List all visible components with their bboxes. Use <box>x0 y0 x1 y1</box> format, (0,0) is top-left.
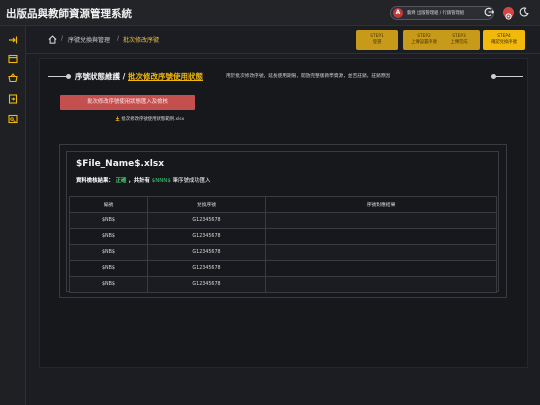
summary-status: 正確 <box>115 178 127 184</box>
download-sample-link[interactable]: 批次修改序號使用狀態範例.xlsx <box>115 116 184 122</box>
table-row: $NB$ G12345678 <box>69 212 497 229</box>
section-title-main: 序號狀態維護 <box>75 72 120 81</box>
cell-index: $NB$ <box>69 228 148 245</box>
sign-in-icon[interactable] <box>8 35 18 45</box>
user-label: 藝齊 出版管理組 / 行銷管理組 <box>407 11 465 16</box>
shopping-basket-icon[interactable] <box>8 73 18 83</box>
section-header: 序號狀態維護 / 批次修改序號使用狀態 用於批次修改序號，延長使用期限，開放完整… <box>40 69 529 83</box>
cell-result <box>265 212 497 229</box>
sidebar <box>0 26 26 405</box>
cell-result <box>265 244 497 261</box>
cell-serial: G12345678 <box>147 276 266 293</box>
window-icon[interactable] <box>8 54 18 64</box>
step-1-label: 登選 <box>372 40 382 45</box>
step-1[interactable]: STEP1 登選 <box>356 30 398 50</box>
result-file-name: $File_Name$.xlsx <box>76 159 165 169</box>
section-description: 用於批次修改序號，延長使用期限，開放完整版教學資源，並否註銷，註銷原因 <box>226 74 391 79</box>
home-icon[interactable] <box>48 35 57 44</box>
result-summary: 資料檢核結果： 正確 ，共計有 $NNN$ 筆序號成功匯入 <box>76 176 210 184</box>
cell-index: $NB$ <box>69 212 148 229</box>
cell-serial: G12345678 <box>147 244 266 261</box>
cell-result <box>265 260 497 277</box>
main-area: / 序號兌換與管理 / 批次修改序號 STEP1 登選 STEP2 上傳設置序號… <box>26 26 540 405</box>
header-divider <box>48 76 68 77</box>
summary-count: $NNN$ <box>151 178 171 184</box>
step-4[interactable]: STEP4 確認兌換序號 <box>483 30 525 50</box>
step-3[interactable]: STEP3 上傳完成 <box>438 30 480 50</box>
summary-label: 資料檢核結果： <box>76 178 114 184</box>
content-panel: 序號狀態維護 / 批次修改序號使用狀態 用於批次修改序號，延長使用期限，開放完整… <box>39 58 528 368</box>
step-4-label: 確認兌換序號 <box>491 40 517 45</box>
step-3-label: 上傳完成 <box>450 40 468 45</box>
serial-card-icon[interactable] <box>8 114 18 124</box>
table-row: $NB$ G12345678 <box>69 260 497 277</box>
cell-serial: G12345678 <box>147 260 266 277</box>
cell-result <box>265 228 497 245</box>
import-validate-button[interactable]: 批次修改序號使用狀態匯入及檢核 <box>60 95 195 110</box>
cell-result <box>265 276 497 293</box>
section-title: 序號狀態維護 / 批次修改序號使用狀態 <box>75 71 203 82</box>
cell-index: $NB$ <box>69 276 148 293</box>
breadcrumb-separator: / <box>117 35 120 42</box>
avatar-icon: A <box>393 8 403 18</box>
column-header-result: 序號對應結果 <box>265 196 497 213</box>
import-icon[interactable] <box>8 94 18 104</box>
header-dot <box>66 74 71 79</box>
cell-serial: G12345678 <box>147 228 266 245</box>
breadcrumb: / 序號兌換與管理 / 批次修改序號 STEP1 登選 STEP2 上傳設置序號… <box>26 26 540 54</box>
cell-serial: G12345678 <box>147 212 266 229</box>
breadcrumb-separator: / <box>61 35 64 42</box>
summary-tail: 筆序號成功匯入 <box>172 178 211 184</box>
result-table: 編號 兌換序號 序號對應結果 $NB$ G12345678 $NB$ G1234… <box>69 196 497 293</box>
table-row: $NB$ G12345678 <box>69 244 497 261</box>
section-title-separator: / <box>120 72 128 81</box>
section-title-sub: 批次修改序號使用狀態 <box>127 72 203 81</box>
download-icon <box>115 116 120 121</box>
theme-moon-icon[interactable] <box>519 7 529 17</box>
settings-icon[interactable] <box>503 7 514 20</box>
app-title: 出版品與教師資源管理系統 <box>6 8 132 20</box>
user-menu[interactable]: A 藝齊 出版管理組 / 行銷管理組 <box>390 6 494 20</box>
table-row: $NB$ G12345678 <box>69 228 497 245</box>
column-header-serial: 兌換序號 <box>147 196 266 213</box>
cell-index: $NB$ <box>69 260 148 277</box>
summary-middle: ，共計有 <box>128 178 150 184</box>
breadcrumb-section[interactable]: 序號兌換與管理 <box>68 35 110 44</box>
table-header-row: 編號 兌換序號 序號對應結果 <box>69 196 497 213</box>
breadcrumb-current: 批次修改序號 <box>123 37 160 44</box>
logout-icon[interactable] <box>484 7 494 17</box>
header-divider <box>495 76 523 77</box>
top-bar: 出版品與教師資源管理系統 A 藝齊 出版管理組 / 行銷管理組 <box>0 0 540 26</box>
download-sample-label: 批次修改序號使用狀態範例.xlsx <box>121 117 185 122</box>
cell-index: $NB$ <box>69 244 148 261</box>
column-header-index: 編號 <box>69 196 148 213</box>
table-row: $NB$ G12345678 <box>69 276 497 293</box>
